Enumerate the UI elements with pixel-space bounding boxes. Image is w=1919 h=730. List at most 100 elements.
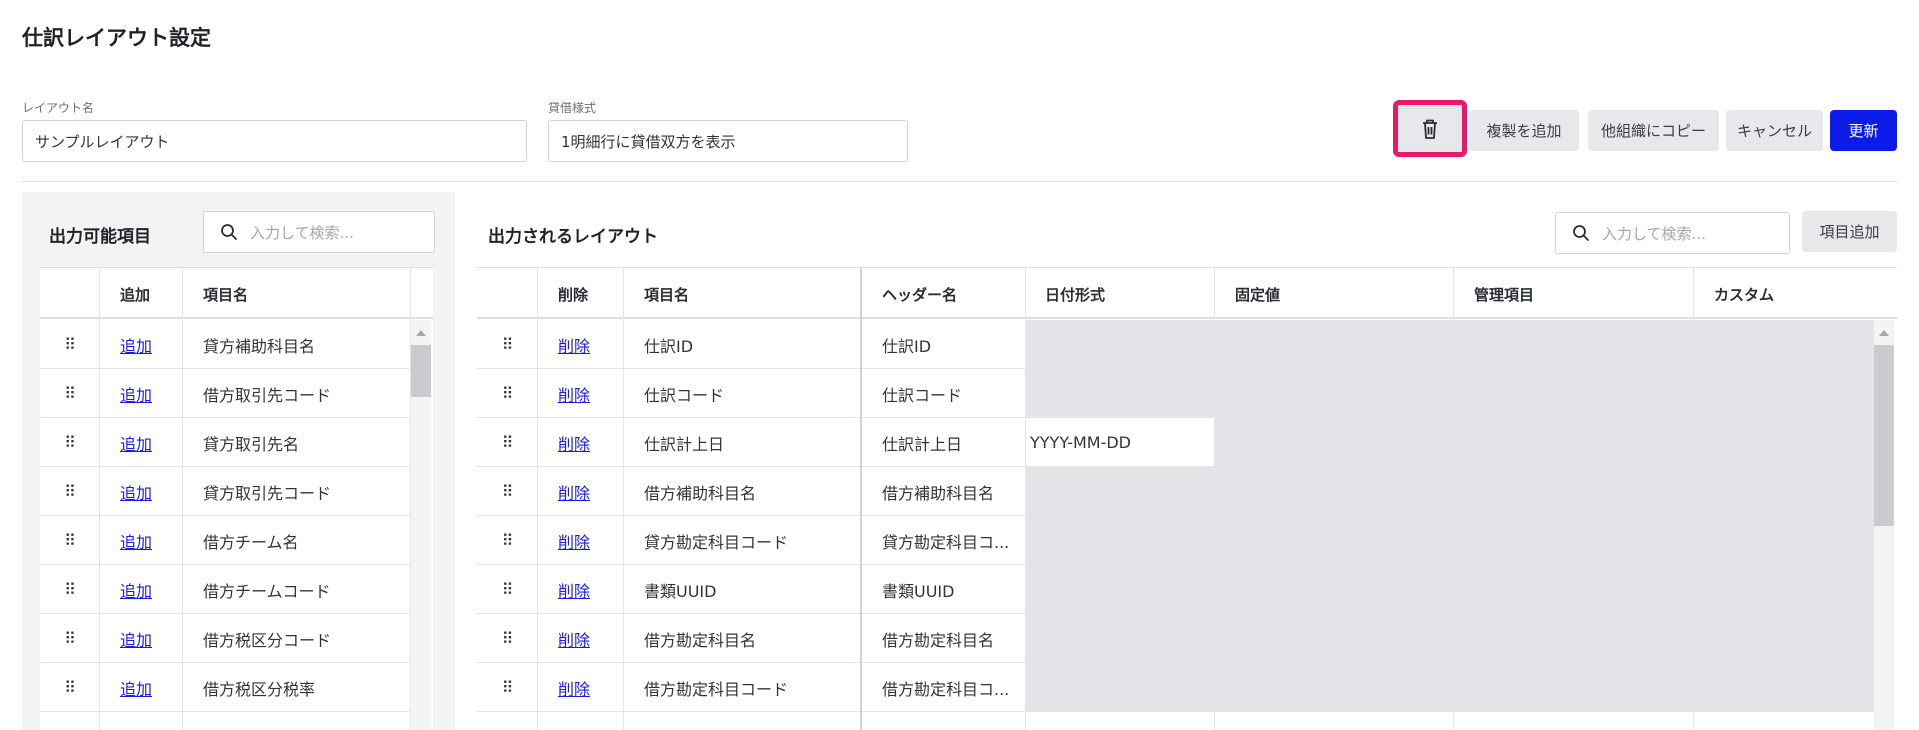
drag-handle-icon[interactable]: ⠿ [477,320,537,369]
copy-to-other-org-button[interactable]: 他組織にコピー [1588,110,1719,151]
drag-handle-icon[interactable]: ⠿ [40,565,99,614]
header-name-input[interactable]: 借方勘定科目名 [862,614,1025,663]
date-format-input[interactable] [1026,614,1214,663]
table-row: ⠿ 追加 貸方取引先コード [40,467,411,516]
table-row: ⠿ 追加 貸方補助科目名 [40,320,411,369]
add-item-button[interactable]: 項目追加 [1802,211,1897,252]
column-header-delete: 削除 [558,285,589,304]
drag-handle-icon[interactable]: ⠿ [40,418,99,467]
header-name-input[interactable]: 仕訳コード [862,369,1025,418]
delete-link[interactable]: 削除 [558,480,590,504]
column-header-custom: カスタム [1714,285,1775,304]
management-item-cell [1454,663,1693,712]
header-name-input[interactable]: 仕訳ID [862,320,1025,369]
scrollbar-thumb[interactable] [411,345,431,397]
available-items-search-input[interactable]: 入力して検索... [203,211,435,253]
date-format-input[interactable] [1026,467,1214,516]
add-link[interactable]: 追加 [120,382,152,406]
fixed-value-cell [1215,516,1453,565]
add-link[interactable]: 追加 [120,333,152,357]
scroll-up-arrow[interactable] [416,330,426,336]
delete-button[interactable] [1393,100,1467,157]
table-row: ⠿ 追加 借方税区分コード [40,614,411,663]
drag-handle-icon[interactable]: ⠿ [477,418,537,467]
header-name-input[interactable]: 仕訳計上日 [862,418,1025,467]
add-link[interactable]: 追加 [120,578,152,602]
header-name-input[interactable]: 借方補助科目名 [862,467,1025,516]
available-items-panel: 出力可能項目 入力して検索... 追加 項目名 ⠿ 追加 貸方補助科目名 ⠿ 追加 借方取… [22,192,455,730]
delete-link[interactable]: 削除 [558,676,590,700]
header-name-input[interactable]: 貸方勘定科目コ... [862,516,1025,565]
item-name: 貸方勘定科目コード [644,532,789,552]
date-format-input[interactable] [1026,663,1214,712]
drag-handle-icon[interactable]: ⠿ [40,369,99,418]
output-layout-table: 削除 項目名 ヘッダー名 日付形式 固定値 管理項目 カスタム ⠿ 削除 仕訳ID 仕… [477,267,1897,730]
layout-name-input[interactable]: サンプルレイアウト [22,120,527,162]
item-name: 借方勘定科目名 [644,630,757,650]
fixed-value-cell [1215,663,1453,712]
debit-credit-style-select[interactable]: 1明細行に貸借双方を表示 [548,120,908,162]
date-format-input[interactable]: YYYY-MM-DD [1026,418,1214,467]
custom-cell [1694,418,1874,467]
delete-link[interactable]: 削除 [558,578,590,602]
fixed-value-cell [1215,320,1453,369]
date-format-input[interactable] [1026,565,1214,614]
table-row: ⠿ 削除 貸方勘定科目コード 貸方勘定科目コ... [477,516,1874,565]
debit-credit-style-label: 貸借様式 [548,101,597,115]
drag-handle-icon[interactable]: ⠿ [477,467,537,516]
drag-handle-icon[interactable]: ⠿ [477,663,537,712]
fixed-value-cell [1215,418,1453,467]
add-link[interactable]: 追加 [120,676,152,700]
column-header-item-name: 項目名 [644,285,690,304]
output-layout-search-input[interactable]: 入力して検索... [1555,212,1790,254]
header-name-input[interactable]: 書類UUID [862,565,1025,614]
available-items-title: 出力可能項目 [49,227,151,247]
scroll-up-arrow[interactable] [1879,330,1889,336]
column-header-date-format: 日付形式 [1045,285,1106,304]
table-row: ⠿ 追加 借方チーム名 [40,516,411,565]
drag-handle-icon[interactable]: ⠿ [477,565,537,614]
drag-handle-icon[interactable]: ⠿ [40,467,99,516]
update-button[interactable]: 更新 [1830,110,1897,151]
add-link[interactable]: 追加 [120,627,152,651]
item-name: 借方チーム名 [203,532,299,552]
header-name-input[interactable]: 借方勘定科目コ... [862,663,1025,712]
search-icon [1573,225,1589,241]
custom-cell [1694,516,1874,565]
item-name: 借方補助科目名 [644,483,757,503]
delete-link[interactable]: 削除 [558,431,590,455]
scrollbar[interactable] [411,320,431,730]
cancel-button[interactable]: キャンセル [1726,110,1823,151]
fixed-value-cell [1215,565,1453,614]
item-name: 借方税区分税率 [203,679,316,699]
duplicate-button[interactable]: 複製を追加 [1469,110,1579,151]
scrollbar-thumb[interactable] [1874,345,1894,526]
drag-handle-icon[interactable]: ⠿ [477,369,537,418]
column-header-add: 追加 [120,285,151,304]
table-row: ⠿ 削除 仕訳ID 仕訳ID [477,320,1874,369]
custom-cell [1694,467,1874,516]
delete-link[interactable]: 削除 [558,529,590,553]
scrollbar[interactable] [1874,320,1894,730]
date-format-input[interactable] [1026,516,1214,565]
delete-link[interactable]: 削除 [558,382,590,406]
delete-link[interactable]: 削除 [558,627,590,651]
date-format-input[interactable] [1026,320,1214,369]
table-row: ⠿ 削除 仕訳計上日 仕訳計上日 YYYY-MM-DD [477,418,1874,467]
drag-handle-icon[interactable]: ⠿ [477,614,537,663]
add-link[interactable]: 追加 [120,431,152,455]
search-icon [221,224,237,240]
drag-handle-icon[interactable]: ⠿ [40,614,99,663]
delete-link[interactable]: 削除 [558,333,590,357]
add-link[interactable]: 追加 [120,480,152,504]
drag-handle-icon[interactable]: ⠿ [477,516,537,565]
table-row: ⠿ 追加 借方取引先コード [40,369,411,418]
management-item-cell [1454,467,1693,516]
table-row: ⠿ 削除 借方勘定科目コード 借方勘定科目コ... [477,663,1874,712]
drag-handle-icon[interactable]: ⠿ [40,320,99,369]
drag-handle-icon[interactable]: ⠿ [40,516,99,565]
drag-handle-icon[interactable]: ⠿ [40,663,99,712]
add-link[interactable]: 追加 [120,529,152,553]
date-format-input[interactable] [1026,369,1214,418]
output-layout-title: 出力されるレイアウト [488,227,658,247]
